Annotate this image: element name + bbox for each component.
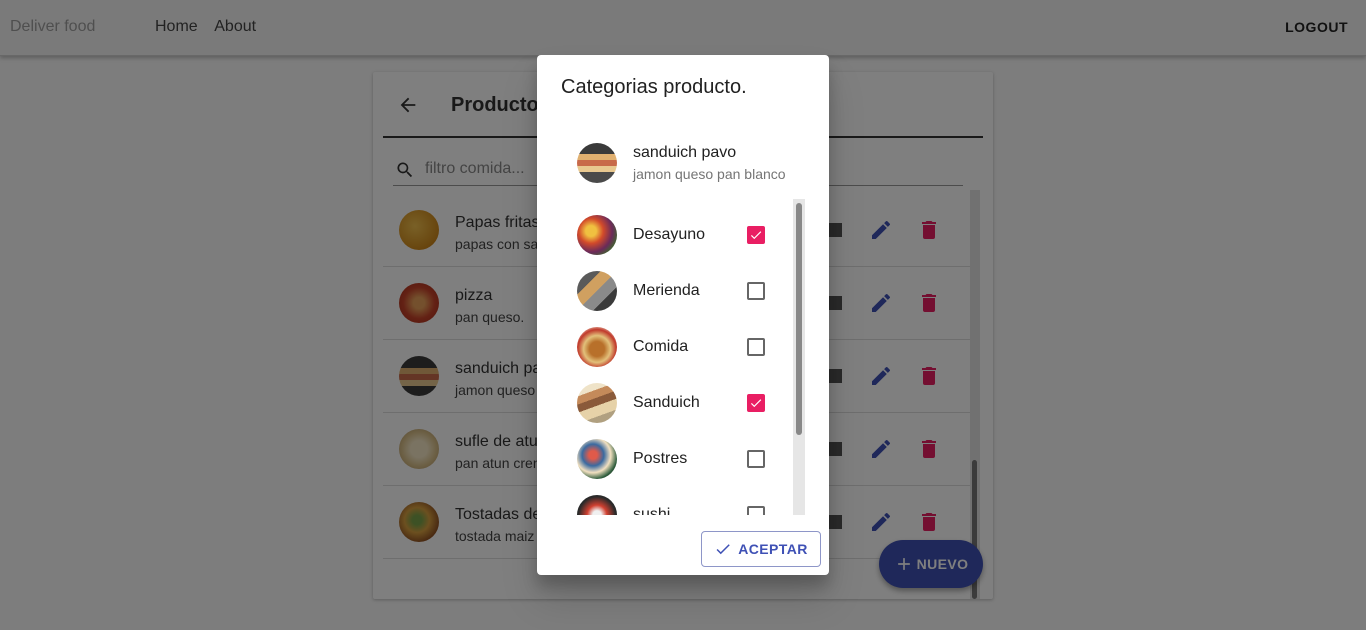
accept-button[interactable]: ACEPTAR	[701, 531, 821, 567]
category-list-scrollbar[interactable]	[793, 199, 805, 515]
check-icon	[716, 544, 731, 555]
category-avatar	[577, 439, 617, 479]
category-name: Sanduich	[633, 394, 700, 411]
category-checkbox[interactable]	[747, 338, 765, 356]
category-checkbox[interactable]	[747, 506, 765, 515]
category-list[interactable]: Desayuno Merienda Comida Sanduich Postre…	[561, 199, 805, 515]
categories-dialog: Categorias producto. sanduich pavo jamon…	[537, 55, 829, 575]
selected-product-name: sanduich pavo	[633, 144, 737, 161]
category-avatar	[577, 383, 617, 423]
check-icon	[750, 231, 762, 240]
category-checkbox[interactable]	[747, 394, 765, 412]
category-name: sushi	[633, 506, 671, 515]
category-row[interactable]: Sanduich	[561, 367, 791, 423]
category-name: Desayuno	[633, 226, 706, 243]
accept-button-label: ACEPTAR	[738, 541, 808, 557]
category-checkbox[interactable]	[747, 450, 765, 468]
category-row[interactable]: Postres	[561, 423, 791, 479]
category-name: Postres	[633, 450, 688, 467]
dialog-title: Categorias producto.	[561, 76, 747, 98]
category-checkbox[interactable]	[747, 282, 765, 300]
product-avatar	[577, 143, 617, 183]
category-avatar	[577, 495, 617, 515]
category-name: Merienda	[633, 282, 700, 299]
category-row[interactable]: Comida	[561, 311, 791, 367]
selected-product-desc: jamon queso pan blanco	[633, 166, 786, 182]
scrollbar-thumb[interactable]	[796, 203, 802, 435]
category-checkbox[interactable]	[747, 226, 765, 244]
category-row[interactable]: Desayuno	[561, 199, 791, 255]
category-avatar	[577, 215, 617, 255]
category-avatar	[577, 271, 617, 311]
category-row[interactable]: sushi	[561, 479, 791, 515]
category-name: Comida	[633, 338, 689, 355]
category-row[interactable]: Merienda	[561, 255, 791, 311]
category-avatar	[577, 327, 617, 367]
check-icon	[750, 399, 762, 408]
